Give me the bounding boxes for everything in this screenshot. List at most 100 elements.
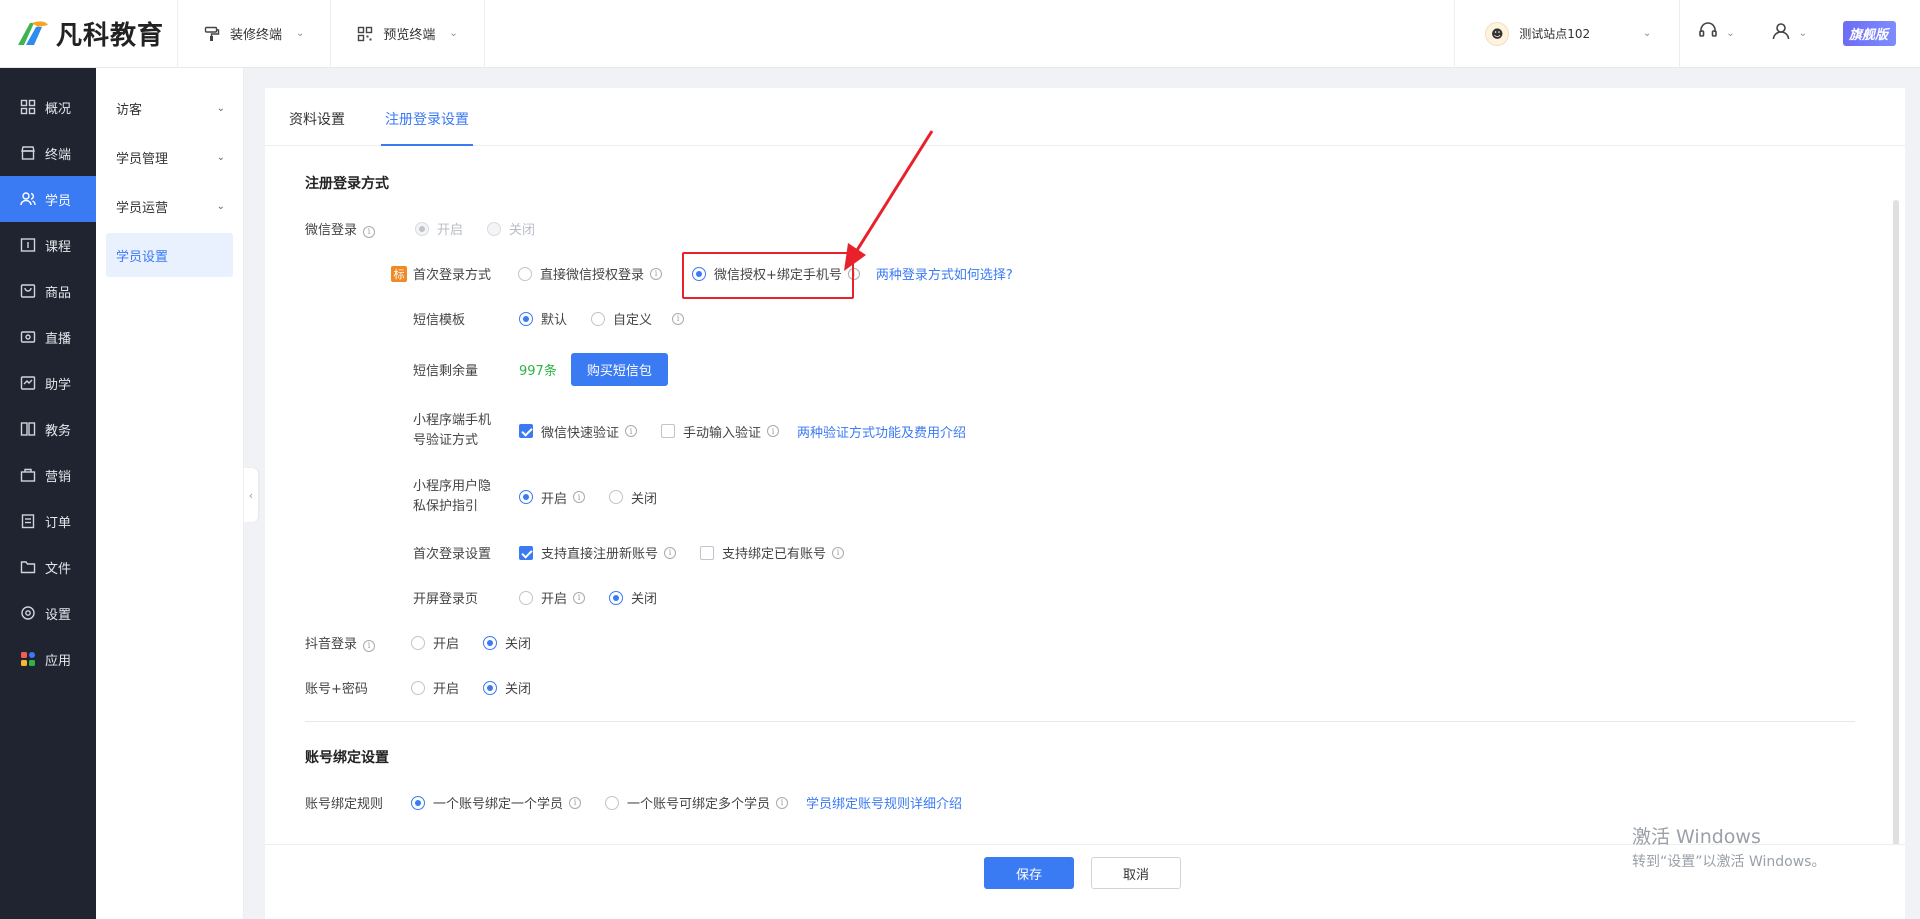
settings-form: 注册登录方式 微信登录 i 开启 关闭 标 首次登录方式 直接微信授权登录 i 微信… — [265, 147, 1905, 815]
section-title-login-methods: 注册登录方式 — [305, 176, 389, 192]
subnav-label: 访客 — [116, 102, 143, 118]
sub-nav: 访客 ⌄ 学员管理 ⌄ 学员运营 ⌄ 学员设置 — [96, 68, 244, 919]
tab-register-login-settings[interactable]: 注册登录设置 — [381, 109, 473, 146]
grid-icon — [20, 99, 36, 115]
nav-label: 订单 — [45, 515, 72, 531]
splash-login-on-radio[interactable]: 开启 i — [519, 588, 586, 607]
section-title-account-binding: 账号绑定设置 — [305, 750, 389, 766]
cancel-button[interactable]: 取消 — [1091, 857, 1181, 889]
content-scrollbar[interactable] — [1893, 200, 1899, 850]
one-account-multi-student-radio[interactable]: 一个账号可绑定多个学员 i — [605, 793, 789, 812]
info-icon: i — [776, 796, 789, 809]
logo-mark-icon — [18, 20, 48, 45]
preview-terminal-menu[interactable]: 预览终端 ⌄ — [331, 0, 485, 68]
manual-input-verify-checkbox[interactable]: 手动输入验证 i — [661, 422, 780, 441]
mp-privacy-off-radio[interactable]: 关闭 — [609, 488, 657, 507]
save-button[interactable]: 保存 — [984, 857, 1074, 889]
sms-template-row: 短信模板 默认 自定义 i — [413, 309, 708, 328]
account-password-row: 账号+密码 开启 关闭 — [305, 678, 555, 697]
nav-label: 终端 — [45, 147, 72, 163]
info-icon: i — [363, 639, 376, 652]
apps-icon — [20, 651, 36, 667]
book-icon — [20, 421, 36, 437]
mp-phone-verify-row: 小程序端手机 号验证方式 微信快速验证 i 手动输入验证 i 两种验证方式功能及费用介… — [413, 411, 966, 451]
settings-icon — [20, 605, 36, 621]
nav-item-live[interactable]: 直播 — [0, 314, 96, 360]
subnav-item-visitors[interactable]: 访客 ⌄ — [106, 86, 233, 130]
nav-item-settings[interactable]: 设置 — [0, 590, 96, 636]
nav-item-marketing[interactable]: 营销 — [0, 452, 96, 498]
info-icon: i — [569, 796, 582, 809]
users-icon — [20, 191, 36, 207]
nav-item-orders[interactable]: 订单 — [0, 498, 96, 544]
sms-balance-label: 短信剩余量 — [413, 364, 479, 379]
douyin-login-off-radio[interactable]: 关闭 — [483, 633, 531, 652]
nav-label: 设置 — [45, 607, 72, 623]
site-selector[interactable]: ☻ 测试站点102 ⌄ — [1454, 0, 1681, 68]
nav-item-files[interactable]: 文件 — [0, 544, 96, 590]
sms-balance-row: 短信剩余量 997条 购买短信包 — [413, 353, 668, 386]
allow-bind-existing-account-checkbox[interactable]: 支持绑定已有账号 i — [700, 543, 845, 562]
paint-roller-icon — [204, 26, 220, 42]
first-login-setting-label: 首次登录设置 — [413, 547, 492, 562]
nav-item-academic[interactable]: 教务 — [0, 406, 96, 452]
nav-item-overview[interactable]: 概况 — [0, 84, 96, 130]
mp-privacy-on-radio[interactable]: 开启 i — [519, 488, 586, 507]
allow-register-new-account-checkbox[interactable]: 支持直接注册新账号 i — [519, 543, 677, 562]
nav-label: 概况 — [45, 101, 72, 117]
direct-wechat-auth-radio[interactable]: 直接微信授权登录 i — [518, 264, 663, 283]
wechat-quick-verify-checkbox[interactable]: 微信快速验证 i — [519, 422, 638, 441]
nav-item-apps[interactable]: 应用 — [0, 636, 96, 682]
support-button[interactable]: ⌄ — [1680, 0, 1752, 68]
nav-label: 学员 — [45, 193, 72, 209]
subnav-item-student-operations[interactable]: 学员运营 ⌄ — [106, 184, 233, 228]
highlight-box — [682, 252, 854, 299]
nav-label: 文件 — [45, 561, 72, 577]
nav-label: 教务 — [45, 423, 72, 439]
splash-login-off-radio[interactable]: 关闭 — [609, 588, 657, 607]
live-icon — [20, 329, 36, 345]
decorate-terminal-menu[interactable]: 装修终端 ⌄ — [178, 0, 332, 68]
first-login-setting-row: 首次登录设置 支持直接注册新账号 i 支持绑定已有账号 i — [413, 543, 868, 562]
buy-sms-package-button[interactable]: 购买短信包 — [570, 353, 668, 386]
preview-terminal-label: 预览终端 — [383, 28, 436, 43]
wechat-login-on-radio[interactable]: 开启 — [415, 219, 463, 238]
nav-item-students[interactable]: 学员 — [0, 176, 96, 222]
user-menu-button[interactable]: ⌄ — [1753, 0, 1825, 68]
goods-icon — [20, 283, 36, 299]
order-icon — [20, 513, 36, 529]
brand-logo[interactable]: 凡科教育 — [0, 0, 178, 68]
left-nav: 概况 终端 学员 课程 商品 直播 助学 教务 营销 订单 文件 设置 应用 — [0, 68, 96, 919]
nav-item-assist[interactable]: 助学 — [0, 360, 96, 406]
one-account-one-student-radio[interactable]: 一个账号绑定一个学员 i — [411, 793, 582, 812]
first-login-method-label: 首次登录方式 — [413, 268, 492, 283]
subnav-item-student-settings[interactable]: 学员设置 — [106, 233, 233, 277]
chevron-left-icon: ‹ — [248, 488, 254, 502]
tab-profile-settings[interactable]: 资料设置 — [289, 109, 345, 145]
chevron-down-icon: ⌄ — [1726, 28, 1735, 39]
info-icon: i — [767, 425, 780, 437]
sms-template-default-radio[interactable]: 默认 — [519, 309, 567, 328]
subnav-item-student-management[interactable]: 学员管理 ⌄ — [106, 135, 233, 179]
nav-label: 营销 — [45, 469, 72, 485]
info-icon: i — [625, 425, 638, 437]
course-icon — [20, 237, 36, 253]
nav-item-terminal[interactable]: 终端 — [0, 130, 96, 176]
account-password-on-radio[interactable]: 开启 — [411, 678, 459, 697]
sms-template-custom-radio[interactable]: 自定义 i — [591, 309, 685, 328]
chevron-down-icon: ⌄ — [296, 28, 305, 39]
edition-badge[interactable]: 旗舰版 — [1842, 21, 1896, 46]
nav-item-goods[interactable]: 商品 — [0, 268, 96, 314]
section-divider — [305, 721, 1855, 722]
account-password-off-radio[interactable]: 关闭 — [483, 678, 531, 697]
mp-privacy-row: 小程序用户隐 私保护指引 开启 i 关闭 — [413, 477, 681, 517]
top-bar: 凡科教育 装修终端 ⌄ 预览终端 ⌄ ☻ 测试站点102 ⌄ ⌄ ⌄ 旗舰版 — [0, 0, 1920, 68]
collapse-sidebar-handle[interactable]: ‹ — [244, 468, 258, 522]
verify-method-help-link[interactable]: 两种验证方式功能及费用介绍 — [797, 422, 966, 441]
bind-rule-help-link[interactable]: 学员绑定账号规则详细介绍 — [806, 793, 962, 812]
mp-phone-verify-label: 小程序端手机 号验证方式 — [413, 413, 492, 448]
douyin-login-on-radio[interactable]: 开启 — [411, 633, 459, 652]
sms-balance-value: 997条 — [519, 364, 557, 379]
wechat-login-off-radio[interactable]: 关闭 — [487, 219, 535, 238]
nav-item-courses[interactable]: 课程 — [0, 222, 96, 268]
